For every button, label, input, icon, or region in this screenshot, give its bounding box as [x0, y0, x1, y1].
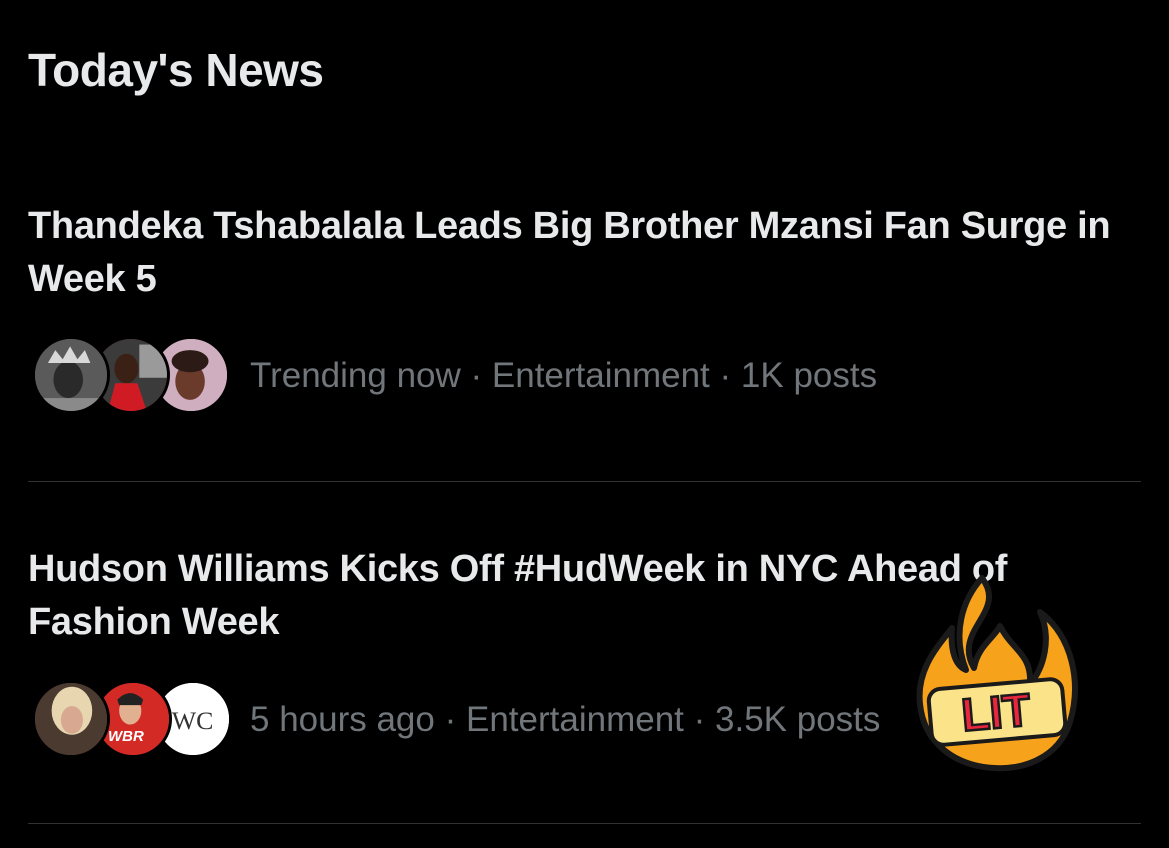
news-headline[interactable]: Thandeka Tshabalala Leads Big Brother Mz…: [28, 200, 1148, 306]
avatar-badge: WBR: [108, 728, 144, 745]
fire-icon: LIT: [916, 575, 1078, 772]
avatar-group: [32, 336, 230, 416]
meta-separator: ·: [434, 700, 466, 739]
avatar: [32, 336, 110, 414]
news-meta-row: Trending now · Entertainment · 1K posts: [32, 336, 877, 416]
meta-separator: ·: [683, 700, 715, 739]
section-title: Today's News: [28, 44, 324, 96]
divider: [28, 481, 1141, 482]
meta-separator: ·: [709, 356, 741, 395]
lit-label: LIT: [959, 683, 1032, 741]
news-meta: 5 hours ago · Entertainment · 3.5K posts: [250, 680, 880, 760]
news-time: 5 hours ago: [250, 700, 435, 739]
news-meta: Trending now · Entertainment · 1K posts: [250, 336, 877, 416]
news-category: Entertainment: [491, 356, 710, 395]
svg-text:WC: WC: [172, 706, 214, 735]
news-post-count: 1K posts: [740, 356, 878, 395]
news-meta-row: WC WBR 5 hours ago · Entertainment · 3.5…: [32, 680, 880, 760]
news-time: Trending now: [250, 356, 461, 395]
lit-fire-sticker: LIT: [912, 572, 1082, 772]
avatar: [32, 680, 110, 758]
divider: [28, 823, 1141, 824]
avatar-group: WC WBR: [32, 680, 232, 760]
news-post-count: 3.5K posts: [715, 700, 881, 739]
news-category: Entertainment: [465, 700, 684, 739]
news-item[interactable]: Thandeka Tshabalala Leads Big Brother Mz…: [0, 200, 1169, 430]
meta-separator: ·: [460, 356, 492, 395]
